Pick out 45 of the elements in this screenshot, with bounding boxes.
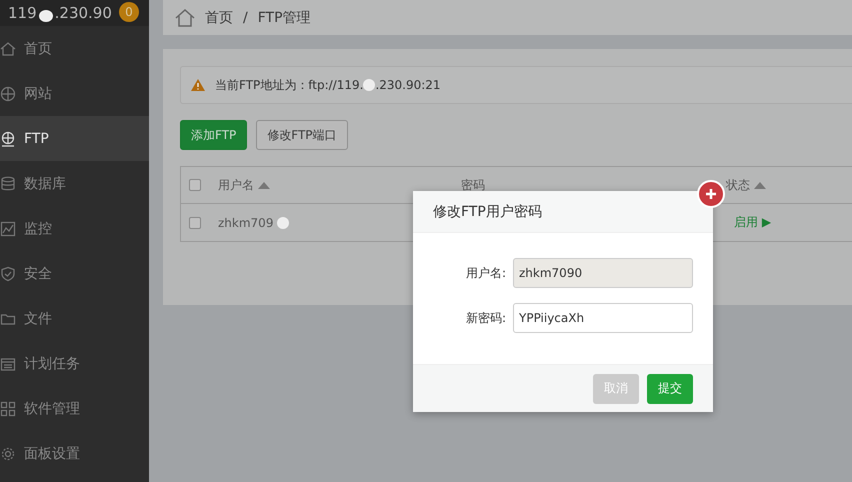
- network-icon: [0, 130, 16, 146]
- breadcrumb-link[interactable]: 首页: [205, 8, 233, 26]
- sort-icon: [258, 182, 270, 188]
- home-icon: [0, 40, 16, 56]
- redaction-blur: [363, 79, 376, 91]
- server-ip: 119: [8, 4, 37, 22]
- notification-badge: 0: [119, 2, 139, 22]
- checkbox[interactable]: [189, 216, 201, 228]
- edit-port-button[interactable]: 修改FTP端口: [256, 120, 348, 150]
- sidebar-item[interactable]: 面板设置: [0, 431, 149, 476]
- table-cell: zhkm709: [218, 216, 274, 230]
- sort-icon: [754, 182, 766, 188]
- database-icon: [0, 176, 16, 192]
- home-icon[interactable]: [175, 8, 195, 26]
- sidebar-item[interactable]: 安全: [0, 251, 149, 296]
- sidebar-item[interactable]: 软件管理: [0, 386, 149, 431]
- add-ftp-button[interactable]: 添加FTP: [180, 120, 248, 150]
- shield-icon: [0, 266, 16, 282]
- submit-button[interactable]: 提交: [647, 374, 693, 404]
- breadcrumb-separator: /: [243, 10, 248, 26]
- field-label: 新密码:: [464, 310, 507, 326]
- checkbox[interactable]: [189, 179, 201, 191]
- redaction-blur: [277, 216, 290, 228]
- column-header[interactable]: 用户名: [218, 176, 461, 194]
- redaction-blur: [38, 10, 53, 22]
- sidebar-item[interactable]: 文件: [0, 296, 149, 341]
- breadcrumb-link[interactable]: FTP管理: [258, 8, 311, 26]
- dialog-title: 修改FTP用户密码: [433, 202, 542, 220]
- sidebar-item[interactable]: 数据库: [0, 161, 149, 206]
- sidebar-item[interactable]: 首页: [0, 26, 149, 71]
- calendar-icon: [0, 356, 16, 372]
- field-label: 用户名:: [464, 264, 507, 282]
- chart-icon: [0, 220, 16, 236]
- grid-icon: [0, 400, 16, 416]
- server-ip: .230.90: [54, 4, 112, 22]
- sidebar-item[interactable]: 监控: [0, 206, 149, 251]
- globe-icon: [0, 86, 16, 102]
- ftp-address-text: 当前FTP地址为：ftp://119.: [215, 76, 364, 94]
- warning-icon: [191, 79, 205, 91]
- gear-icon: [0, 446, 16, 462]
- ftp-address-text: .230.90:21: [375, 78, 441, 92]
- sidebar-item[interactable]: 计划任务: [0, 341, 149, 386]
- sidebar-item[interactable]: FTP: [0, 116, 149, 161]
- sidebar-item[interactable]: 网站: [0, 71, 149, 116]
- input-field[interactable]: YPPiiycaXh: [513, 303, 693, 333]
